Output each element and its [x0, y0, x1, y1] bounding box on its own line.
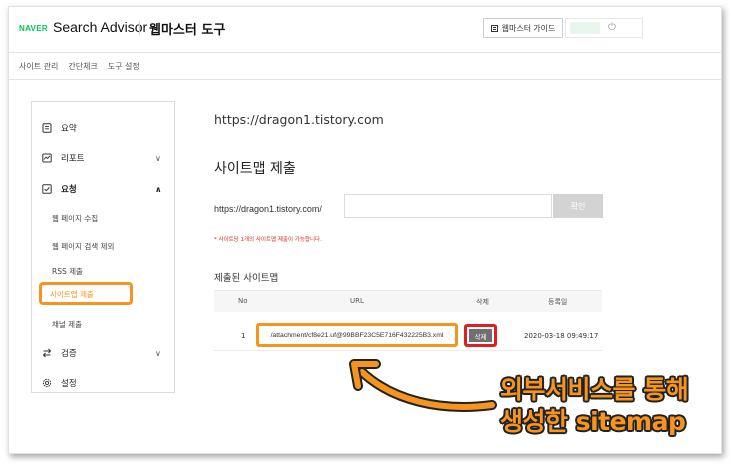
sidebar-item-label: 요청 [61, 185, 77, 195]
tab-site-management[interactable]: 사이트 관리 [19, 61, 58, 72]
user-name-masked [570, 22, 600, 34]
user-account-box[interactable]: ⏻ [565, 18, 643, 38]
submitted-sitemap-title: 제출된 사이트맵 [214, 273, 279, 284]
verify-icon [42, 348, 52, 358]
confirm-button[interactable]: 확인 [553, 194, 603, 218]
report-icon [42, 153, 52, 163]
sidebar-sub-sitemap-label: 사이트맵 제출 [50, 290, 94, 299]
sitemap-url-cell-highlighted[interactable]: /attachment/cf8e21.uf@99BBF23C5E716F4322… [256, 323, 458, 347]
column-header-delete: 삭제 [476, 298, 489, 306]
annotation-caption-line1: 외부서비스를 통해 [500, 375, 689, 404]
sidebar-item-label: 검증 [61, 349, 77, 359]
registered-date: 2020-03-18 09:49:17 [524, 332, 599, 340]
row-number: 1 [241, 332, 246, 340]
sidebar-item-report[interactable]: 리포트 ∨ [32, 148, 174, 168]
page-title: 사이트맵 제출 [214, 161, 296, 177]
column-header-date: 등록일 [548, 298, 568, 306]
guide-button-label: 웹마스터 가이드 [501, 23, 556, 33]
sitemap-table-header: No URL 삭제 등록일 [214, 290, 602, 312]
book-icon [490, 24, 498, 32]
sidebar-item-request[interactable]: 요청 ∧ [32, 179, 174, 199]
summary-icon [42, 123, 52, 133]
tab-tool-settings[interactable]: 도구 설정 [108, 61, 140, 72]
sidebar-item-label: 설정 [61, 379, 77, 389]
chevron-down-icon[interactable]: ∨ [155, 154, 161, 163]
delete-button-highlight: 삭제 [464, 324, 497, 347]
naver-logo[interactable]: NAVER [19, 24, 48, 33]
sidebar-item-summary[interactable]: 요약 [32, 118, 174, 138]
tabs-divider-line [9, 79, 721, 80]
sidebar-sub-web-collect[interactable]: 웹 페이지 수집 [52, 213, 98, 224]
annotation-caption-line2: 생성한 sitemap [500, 407, 686, 436]
sidebar-item-label: 리포트 [61, 154, 85, 164]
sidebar: 요약 리포트 ∨ 요청 ∧ 웹 페이지 수집 웹 페이지 검색 제외 RSS 제… [31, 101, 175, 393]
request-icon [42, 184, 52, 194]
sidebar-sub-web-exclude[interactable]: 웹 페이지 검색 제외 [52, 241, 114, 252]
chevron-up-icon[interactable]: ∧ [155, 185, 162, 194]
sidebar-sub-channel[interactable]: 채널 제출 [52, 319, 82, 330]
sidebar-item-label: 요약 [61, 124, 77, 134]
sitemap-url-prefix: https://dragon1.tistory.com/ [214, 204, 322, 214]
gear-icon [42, 378, 52, 388]
sitemap-url-input[interactable] [344, 194, 552, 218]
header-divider [139, 21, 140, 35]
webmaster-guide-button[interactable]: 웹마스터 가이드 [483, 18, 563, 38]
header-divider-line [9, 52, 721, 53]
chevron-down-icon[interactable]: ∨ [155, 349, 161, 358]
sidebar-sub-sitemap-active[interactable]: 사이트맵 제출 [39, 282, 133, 305]
top-bar: NAVER Search Advisor 웹마스터 도구 웹마스터 가이드 ⏻ [9, 7, 721, 52]
table-row: 1 /attachment/cf8e21.uf@99BBF23C5E716F43… [214, 322, 602, 351]
power-icon[interactable]: ⏻ [608, 21, 616, 35]
sidebar-sub-rss[interactable]: RSS 제출 [52, 266, 83, 277]
sidebar-item-verify[interactable]: 검증 ∨ [32, 343, 174, 363]
product-name[interactable]: Search Advisor [53, 19, 147, 35]
column-header-no: No [238, 297, 248, 305]
sitemap-notice: * 사이트당 1개의 사이트맵 제출이 가능합니다. [214, 237, 322, 243]
top-tabs: 사이트 관리 간단체크 도구 설정 [19, 61, 140, 72]
column-header-url: URL [350, 297, 364, 305]
site-url-heading: https://dragon1.tistory.com [214, 112, 384, 127]
tab-simple-check[interactable]: 간단체크 [68, 61, 97, 72]
sidebar-item-settings[interactable]: 설정 [32, 373, 174, 393]
delete-button[interactable]: 삭제 [469, 329, 492, 342]
tool-title: 웹마스터 도구 [149, 23, 226, 38]
